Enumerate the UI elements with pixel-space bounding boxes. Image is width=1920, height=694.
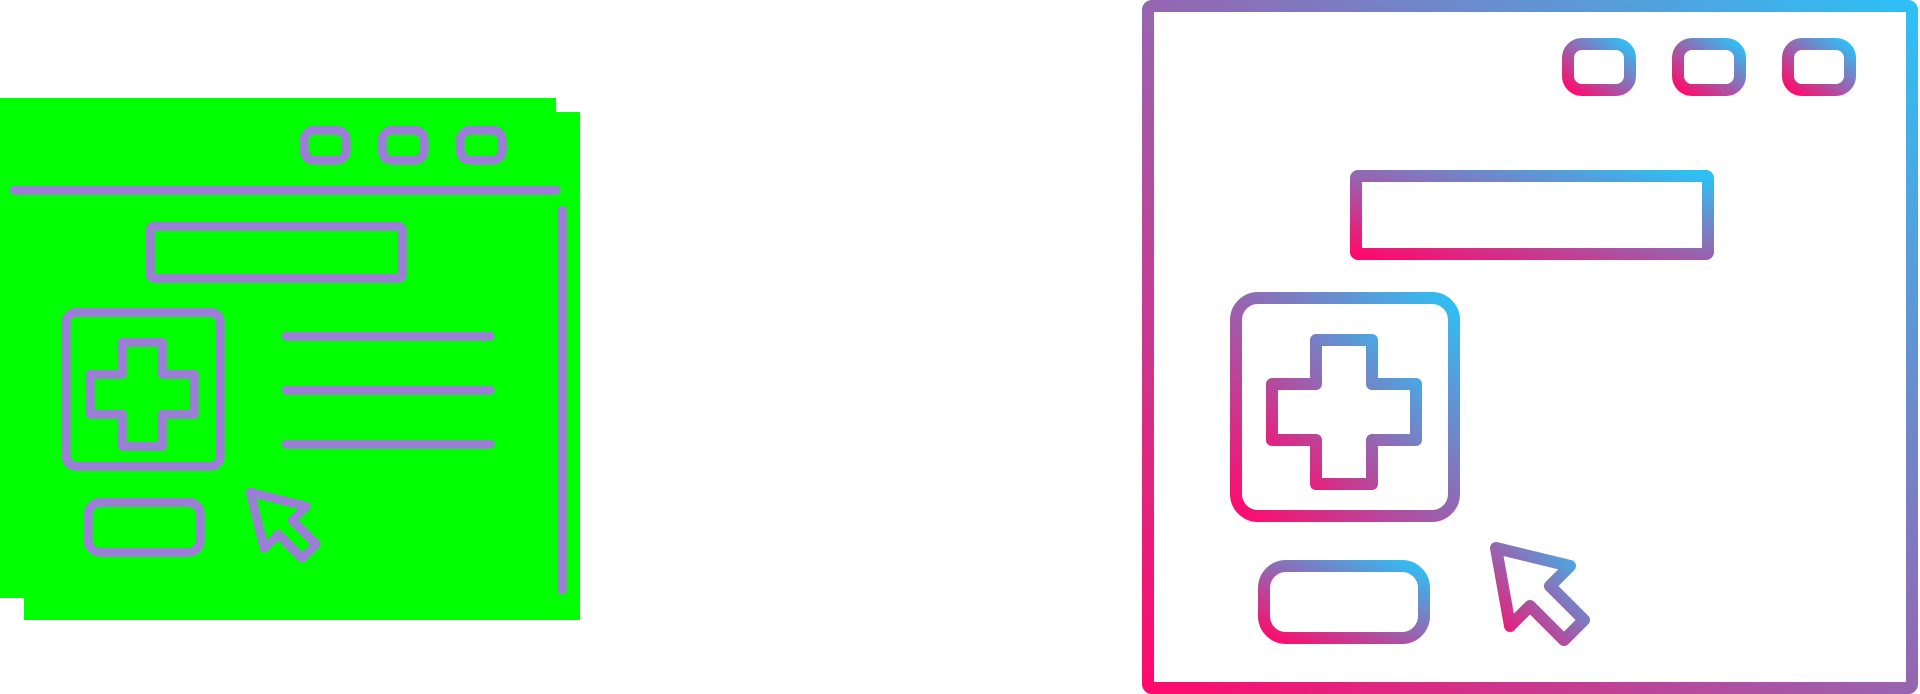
medical-cross-icon <box>1266 334 1422 490</box>
window-panel <box>0 98 556 598</box>
button-shape <box>1258 560 1430 644</box>
medical-web-page-glyph-icon <box>0 98 580 620</box>
window-control-1-icon <box>1562 38 1636 96</box>
window-control-3-icon <box>1782 38 1856 96</box>
medical-web-page-outline-icon <box>1142 0 1918 694</box>
search-bar-shape <box>1350 170 1714 260</box>
window-control-2-icon <box>1672 38 1746 96</box>
cursor-arrow-icon <box>1490 542 1590 646</box>
